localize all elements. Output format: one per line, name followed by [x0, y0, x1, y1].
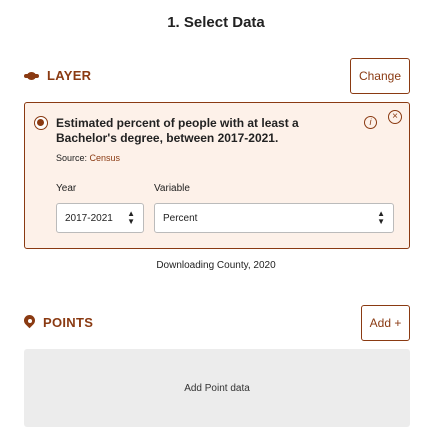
- points-empty-area[interactable]: Add Point data: [24, 349, 410, 427]
- change-layer-button[interactable]: Change: [350, 58, 410, 94]
- year-select[interactable]: 2017-2021 ▲ ▼: [56, 203, 144, 233]
- variable-label: Variable: [154, 183, 190, 194]
- year-select-value: 2017-2021: [65, 212, 113, 224]
- layer-description: Estimated percent of people with at leas…: [56, 116, 299, 145]
- variable-select-value: Percent: [163, 212, 198, 224]
- page-title: 1. Select Data: [167, 14, 265, 31]
- layer-radio[interactable]: [34, 116, 48, 130]
- close-icon[interactable]: ×: [388, 110, 402, 124]
- source-prefix: Source:: [56, 153, 90, 163]
- points-empty-label: Add Point data: [184, 382, 250, 394]
- layer-section-label: LAYER: [47, 68, 92, 83]
- year-label: Year: [56, 183, 77, 194]
- map-pin-icon: [24, 315, 35, 330]
- add-points-button[interactable]: Add +: [361, 305, 410, 341]
- sort-caret-icon: ▲ ▼: [127, 209, 135, 226]
- sort-caret-icon: ▲ ▼: [377, 209, 385, 226]
- download-status: Downloading County, 2020: [156, 260, 276, 271]
- info-icon[interactable]: i: [364, 116, 377, 129]
- points-section-header: POINTS: [24, 315, 93, 330]
- points-section-label: POINTS: [43, 315, 94, 330]
- layer-source: Source: Census: [56, 153, 120, 163]
- layer-section-header: LAYER: [24, 68, 91, 83]
- layer-icon: [24, 71, 39, 81]
- layer-card: Estimated percent of people with at leas…: [24, 102, 410, 249]
- variable-select[interactable]: Percent ▲ ▼: [154, 203, 394, 233]
- source-link[interactable]: Census: [90, 153, 121, 163]
